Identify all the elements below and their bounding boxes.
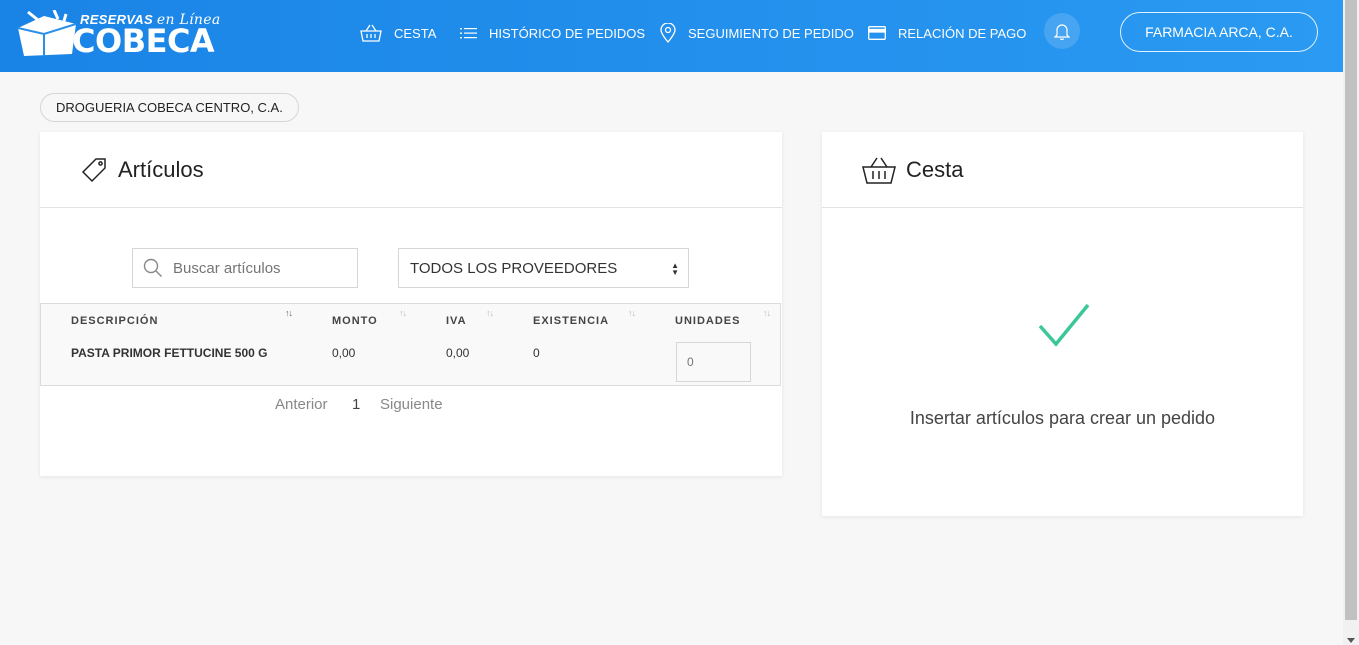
pager-next[interactable]: Siguiente <box>380 396 443 413</box>
col-header-monto[interactable]: MONTO <box>332 315 378 327</box>
col-header-existencia[interactable]: EXISTENCIA <box>533 315 609 327</box>
scrollbar-thumb[interactable] <box>1345 0 1357 620</box>
provider-select[interactable]: TODOS LOS PROVEEDORES ▲ ▼ <box>398 248 689 288</box>
articulos-panel: Artículos TODOS LOS PROVEEDORES ▲▼ DESCR… <box>40 132 782 476</box>
sort-monto-icon[interactable]: ↑↓ <box>399 308 407 318</box>
nav-historico-pedidos[interactable]: HISTÓRICO DE PEDIDOS <box>460 22 645 44</box>
cobeca-logo[interactable]: RESERVAS en Línea COBECA <box>14 4 220 64</box>
logo-wordmark: COBECA <box>72 22 215 60</box>
pager-page-1[interactable]: 1 <box>352 396 360 413</box>
nav-relacion-pago[interactable]: RELACIÓN DE PAGO <box>868 22 1026 44</box>
cesta-panel-header: Cesta <box>822 132 1303 208</box>
page-scrollbar[interactable] <box>1343 0 1359 645</box>
supplier-pill[interactable]: DROGUERIA COBECA CENTRO, C.A. <box>40 93 299 122</box>
nav-cesta-label: CESTA <box>394 25 437 41</box>
notifications-button[interactable] <box>1044 13 1080 49</box>
basket-icon <box>360 24 382 42</box>
search-icon <box>143 258 162 277</box>
search-box[interactable] <box>132 248 358 288</box>
cesta-empty-message: Insertar artículos para crear un pedido <box>909 408 1216 428</box>
nav-historico-label: HISTÓRICO DE PEDIDOS <box>489 25 646 41</box>
tag-icon <box>81 157 106 182</box>
account-button[interactable]: FARMACIA ARCA, C.A. <box>1120 12 1318 52</box>
col-header-unidades[interactable]: UNIDADES <box>675 315 740 327</box>
cell-monto: 0,00 <box>332 346 356 360</box>
select-arrows-icon: ▲ ▼ <box>671 261 679 277</box>
list-icon <box>460 27 477 38</box>
articulos-title: Artículos <box>118 156 204 182</box>
provider-select-value: TODOS LOS PROVEEDORES <box>410 259 618 277</box>
sort-iva-icon[interactable]: ↑↓ <box>486 308 494 318</box>
nav-cesta[interactable]: CESTA <box>360 22 436 44</box>
bell-icon <box>1054 24 1070 40</box>
sort-descripcion-icon[interactable]: ↑↓ <box>285 308 293 318</box>
nav-relacion-label: RELACIÓN DE PAGO <box>898 25 1027 41</box>
cell-existencia: 0 <box>533 346 540 360</box>
cell-iva: 0,00 <box>446 346 470 360</box>
col-header-iva[interactable]: IVA <box>446 315 467 327</box>
sort-existencia-icon[interactable]: ↑↓ <box>628 308 636 318</box>
units-input[interactable] <box>676 342 751 382</box>
basket-icon <box>862 157 896 184</box>
cell-descripcion: PASTA PRIMOR FETTUCINE 500 G <box>71 346 268 360</box>
cesta-panel: Cesta Insertar artículos para crear un p… <box>822 132 1303 516</box>
location-pin-icon <box>660 23 676 43</box>
scroll-down-arrow-icon[interactable] <box>1347 638 1355 643</box>
search-input[interactable] <box>173 259 343 277</box>
articulos-panel-header: Artículos <box>40 132 782 208</box>
credit-card-icon <box>868 26 886 40</box>
nav-seguimiento-pedido[interactable]: SEGUIMIENTO DE PEDIDO <box>660 22 854 44</box>
sort-unidades-icon[interactable]: ↑↓ <box>763 308 771 318</box>
checkmark-icon <box>1038 303 1090 347</box>
logo-box-icon <box>17 10 77 56</box>
col-header-descripcion[interactable]: DESCRIPCIÓN <box>71 315 158 327</box>
nav-seguimiento-label: SEGUIMIENTO DE PEDIDO <box>688 25 854 41</box>
top-navbar: RESERVAS en Línea COBECA CESTA HISTÓRICO… <box>0 0 1343 72</box>
cesta-title: Cesta <box>906 156 964 182</box>
pager-previous[interactable]: Anterior <box>275 396 328 413</box>
articulos-table: DESCRIPCIÓN ↑↓ MONTO ↑↓ IVA ↑↓ EXISTENCI… <box>40 303 781 386</box>
